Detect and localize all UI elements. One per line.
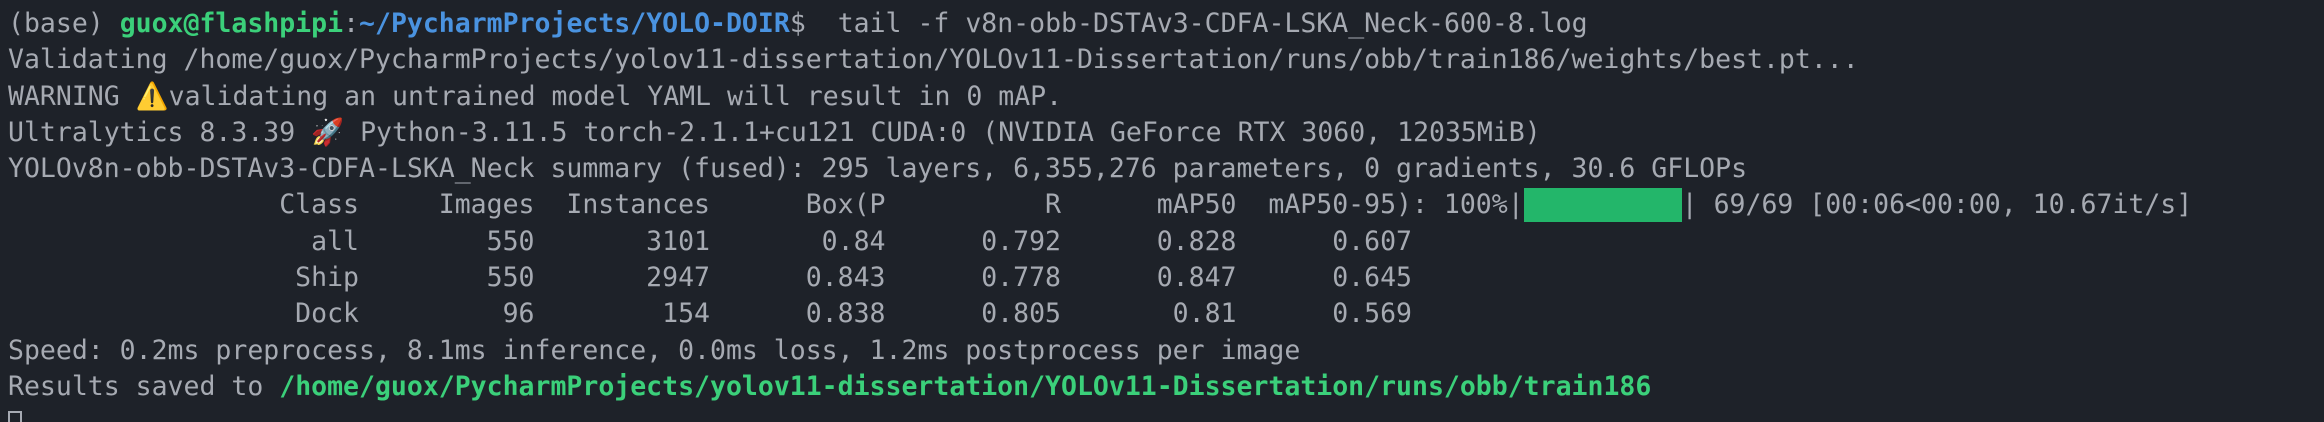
results-line: Results saved to /home/guox/PycharmProje… [8, 369, 2316, 405]
current-path: ~/PycharmProjects/YOLO-DOIR [359, 8, 790, 39]
cursor-line [8, 405, 2316, 422]
prompt-line: (base) guox@flashpipi:~/PycharmProjects/… [8, 6, 2316, 42]
progress-bar [1523, 188, 1682, 223]
speed-line: Speed: 0.2ms preprocess, 8.1ms inference… [8, 334, 1301, 366]
results-path: /home/guox/PycharmProjects/yolov11-disse… [279, 370, 1652, 402]
terminal-cursor [8, 411, 22, 422]
terminal-window[interactable]: (base) guox@flashpipi:~/PycharmProjects/… [0, 0, 2324, 422]
user-host: guox@flashpipi [119, 8, 344, 39]
env-info-line: Ultralytics 8.3.39 🚀 Python-3.11.5 torch… [8, 116, 1541, 148]
results-prefix: Results saved to [8, 370, 280, 402]
warning-line: WARNING ⚠️validating an untrained model … [8, 80, 1063, 112]
conda-env: (base) [8, 8, 120, 39]
model-summary-line: YOLOv8n-obb-DSTAv3-CDFA-LSKA_Neck summar… [8, 153, 1748, 185]
table-header-line: Class Images Instances Box(P R mAP50 mAP… [8, 187, 2316, 223]
command-text: tail -f v8n-obb-DSTAv3-CDFA-LSKA_Neck-60… [821, 8, 1588, 39]
validating-line: Validating /home/guox/PycharmProjects/yo… [8, 44, 1859, 76]
table-row: Ship 550 2947 0.843 0.778 0.847 0.645 [8, 262, 1412, 294]
table-row: all 550 3101 0.84 0.792 0.828 0.607 [8, 225, 1412, 257]
prompt-separator: : [343, 8, 360, 39]
progress-text: | 69/69 [00:06<00:00, 10.67it/s] [1681, 189, 2193, 221]
prompt-symbol: $ [789, 8, 822, 39]
table-header: Class Images Instances Box(P R mAP50 mAP… [8, 189, 1524, 221]
table-row: Dock 96 154 0.838 0.805 0.81 0.569 [8, 298, 1412, 330]
